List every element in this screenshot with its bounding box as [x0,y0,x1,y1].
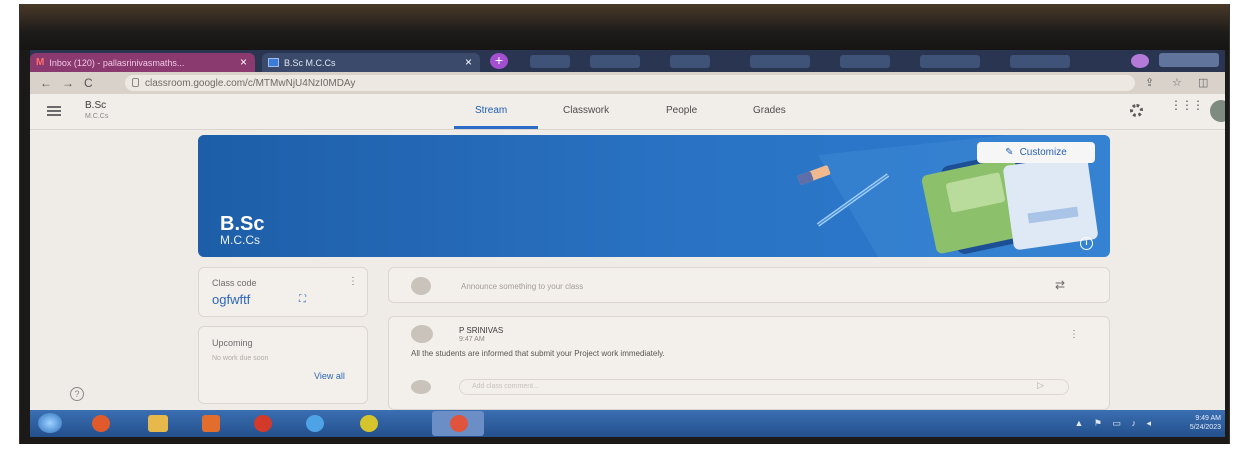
avatar [411,325,433,343]
profile-icon[interactable] [1131,54,1149,68]
clock-time: 9:49 AM [1195,415,1221,422]
announce-box[interactable]: Announce something to your class ⇄ [388,267,1110,303]
hamburger-menu-icon[interactable] [47,106,61,116]
classroom-icon [268,58,279,67]
help-icon[interactable]: ? [70,387,84,401]
reload-icon[interactable]: C [84,76,93,90]
upcoming-empty-text: No work due soon [212,355,269,362]
post-time: 9:47 AM [459,336,485,343]
repost-icon[interactable]: ⇄ [1055,278,1065,292]
class-code-label: Class code [212,278,257,288]
classroom-page: B.Sc M.C.Cs Stream Classwork People Grad… [30,94,1225,410]
opera-icon[interactable] [254,415,272,432]
course-title[interactable]: B.Sc [85,100,106,111]
comment-input[interactable]: Add class comment... [459,379,1069,395]
banner-subtitle: M.C.Cs [220,233,260,247]
window-controls[interactable] [1159,53,1219,67]
tab-people[interactable]: People [666,105,697,116]
media-player-icon[interactable] [202,415,220,432]
close-tab-icon[interactable]: × [240,55,247,69]
avatar [411,380,431,394]
share-icon[interactable]: ⇪ [1145,76,1154,89]
chrome-icon [450,415,468,432]
forward-icon[interactable]: → [62,76,74,90]
gear-icon[interactable] [1130,104,1143,117]
windows-taskbar: ▲ ⚑ ▭ ♪ ◂ 9:49 AM 5/24/2023 [30,410,1225,437]
more-vert-icon[interactable]: ⋮ [1069,329,1079,340]
tab-grades[interactable]: Grades [753,105,786,116]
stream-post: P SRINIVAS 9:47 AM ⋮ All the students ar… [388,316,1110,410]
upcoming-card: Upcoming No work due soon View all [198,326,368,404]
tab-classwork[interactable]: Classwork [563,105,609,116]
tab-stream[interactable]: Stream [475,105,507,116]
customize-label: Customize [1019,147,1067,158]
app-header: B.Sc M.C.Cs Stream Classwork People Grad… [30,94,1225,130]
active-task[interactable] [432,411,484,436]
chrome-icon[interactable] [92,415,110,432]
url-text: classroom.google.com/c/MTMwNjU4NzI0MDAy [145,77,356,89]
blurred-tab [670,55,710,68]
browser-tab-strip: M Inbox (120) - pallasrinivasmaths... × … [30,50,1225,72]
blurred-tab [750,55,810,68]
clock-date: 5/24/2023 [1189,424,1221,431]
screen-top-edge [20,4,1229,50]
system-tray[interactable]: ▲ ⚑ ▭ ♪ ◂ [1075,418,1156,429]
fullscreen-icon[interactable]: ⛶ [299,294,306,305]
blurred-tab [590,55,640,68]
back-icon[interactable]: ← [40,76,52,90]
clock[interactable]: 9:49 AM 5/24/2023 [1190,414,1221,432]
blurred-tab [530,55,570,68]
more-vert-icon[interactable]: ⋮ [348,276,358,287]
sidebar-icon[interactable]: ◫ [1198,76,1208,89]
bookmark-star-icon[interactable]: ☆ [1172,76,1182,89]
class-banner: B.Sc M.C.Cs ✎ Customize i [198,135,1110,257]
tab-classroom-label: B.Sc M.C.Cs [284,57,336,68]
class-code-card: Class code ogfwftf ⛶ ⋮ [198,267,368,317]
apps-grid-icon[interactable]: ⋮⋮⋮ [1170,99,1204,111]
upcoming-label: Upcoming [212,338,253,348]
blurred-tab [840,55,890,68]
folder-icon[interactable] [148,415,168,432]
avatar [411,277,431,295]
view-all-link[interactable]: View all [314,371,345,381]
gmail-icon: M [36,57,45,68]
blurred-tab [920,55,980,68]
tab-inbox[interactable]: M Inbox (120) - pallasrinivasmaths... × [30,53,255,72]
blurred-tab [1010,55,1070,68]
app-icon[interactable] [360,415,378,432]
tab-inbox-label: Inbox (120) - pallasrinivasmaths... [49,57,185,68]
info-icon[interactable]: i [1080,237,1093,250]
post-author: P SRINIVAS [459,326,504,335]
new-tab-button[interactable]: + [490,53,508,69]
send-icon[interactable]: ▷ [1037,380,1044,391]
course-subtitle: M.C.Cs [85,113,109,120]
address-bar-row: ← → C classroom.google.com/c/MTMwNjU4NzI… [30,72,1225,94]
customize-button[interactable]: ✎ Customize [977,142,1095,163]
monitor-screen: M Inbox (120) - pallasrinivasmaths... × … [19,4,1230,444]
post-body: All the students are informed that submi… [411,349,665,358]
start-button-icon[interactable] [38,413,62,433]
close-tab-icon[interactable]: × [465,55,472,69]
avatar[interactable] [1210,100,1225,122]
lock-icon [132,78,139,87]
class-code-value: ogfwftf [212,292,251,307]
pencil-icon: ✎ [1005,147,1014,158]
internet-explorer-icon[interactable] [306,415,324,432]
tab-classroom[interactable]: B.Sc M.C.Cs × [262,53,480,72]
active-tab-indicator [454,126,538,129]
url-field[interactable]: classroom.google.com/c/MTMwNjU4NzI0MDAy [125,75,1135,91]
announce-placeholder: Announce something to your class [461,282,584,291]
